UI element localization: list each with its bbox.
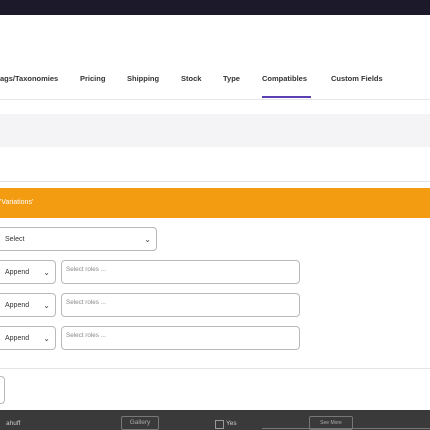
chevron-down-icon: ⌄ (144, 235, 151, 244)
gallery-button[interactable]: Gallery (121, 416, 159, 430)
top-bar (0, 0, 430, 15)
divider (0, 368, 430, 369)
tab-shipping[interactable]: Shipping (127, 51, 159, 99)
see-more-button[interactable]: See More (309, 416, 353, 430)
variation-select[interactable]: Select ⌄ (0, 227, 157, 251)
tab-compatibles[interactable]: Compatibles (262, 51, 307, 99)
tab-type[interactable]: Type (223, 51, 240, 99)
toolbar-band (0, 114, 430, 147)
chevron-down-icon: ⌄ (43, 301, 50, 310)
divider (0, 181, 430, 182)
append-mode-value: Append (5, 302, 30, 309)
roles-input[interactable]: Select roles ... (61, 293, 300, 317)
tab-tags-taxonomies[interactable]: ags/Taxonomies (0, 51, 58, 99)
footer-bar: ahuff Gallery Yes See More (0, 410, 430, 430)
append-mode-select[interactable]: Append ⌄ (0, 293, 56, 317)
tab-custom-fields[interactable]: Custom Fields (331, 51, 383, 99)
append-mode-select[interactable]: Append ⌄ (0, 326, 56, 350)
chevron-down-icon: ⌄ (43, 268, 50, 277)
roles-placeholder: Select roles ... (66, 332, 106, 339)
tab-pricing[interactable]: Pricing (80, 51, 105, 99)
variations-section-title: 'Variations' (0, 199, 34, 206)
chevron-down-icon: ⌄ (43, 334, 50, 343)
header-strip (0, 15, 430, 52)
tab-stock[interactable]: Stock (181, 51, 201, 99)
roles-input[interactable]: Select roles ... (61, 260, 300, 284)
active-tab-indicator (262, 96, 311, 98)
variation-select-value: Select (5, 236, 25, 243)
variations-section-header: 'Variations' (0, 188, 430, 218)
tab-bar: ags/Taxonomies Pricing Shipping Stock Ty… (0, 51, 430, 100)
append-mode-select[interactable]: Append ⌄ (0, 260, 56, 284)
footer-text: ahuff (6, 420, 21, 427)
roles-placeholder: Select roles ... (66, 299, 106, 306)
footer-checkbox-label: Yes (226, 420, 237, 427)
roles-input[interactable]: Select roles ... (61, 326, 300, 350)
partial-input[interactable] (0, 376, 5, 404)
roles-placeholder: Select roles ... (66, 266, 106, 273)
append-mode-value: Append (5, 335, 30, 342)
footer-checkbox[interactable] (215, 420, 224, 429)
append-mode-value: Append (5, 269, 30, 276)
